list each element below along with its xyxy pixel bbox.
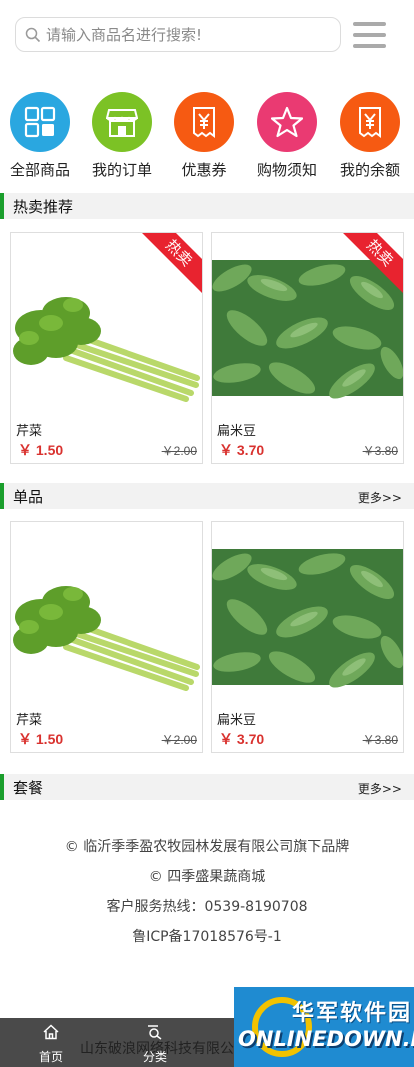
product-name: 芹菜 <box>16 713 43 728</box>
category-label: 全部商品 <box>9 161 70 179</box>
category-my-balance[interactable]: 我的余额 <box>335 92 405 182</box>
category-search-icon <box>148 1025 162 1040</box>
search-input[interactable] <box>46 22 331 48</box>
footer-hotline: 客户服务热线：0539-8190708 <box>106 899 308 915</box>
category-nav: 全部商品 我的订单 优惠券 购物须知 我的余额 <box>0 92 414 184</box>
product-name: 扁米豆 <box>217 424 257 439</box>
category-coupons[interactable]: 优惠券 <box>169 92 239 182</box>
beans-image <box>212 522 403 703</box>
site-footer: © 临沂季季盈农牧园林发展有限公司旗下品牌 © 四季盛果蔬商城 客户服务热线：0… <box>0 832 414 952</box>
product-name: 芹菜 <box>16 424 43 439</box>
product-old-price: ￥3.80 <box>362 733 398 747</box>
product-price: ￥ 1.50 <box>18 731 64 747</box>
product-card-celery[interactable]: 热卖 芹菜 ￥ 1.50 ￥2.00 <box>10 232 203 464</box>
yen-receipt-icon <box>340 92 400 152</box>
watermark-en: ONLINEDOWN.NET <box>238 1027 414 1051</box>
top-bar <box>0 0 414 78</box>
product-card-beans[interactable]: 热卖 扁米豆 ￥ 3.70 ￥3.80 <box>211 232 404 464</box>
section-title: 热卖推荐 <box>13 198 74 216</box>
section-combo-header: 套餐 更多>> <box>0 774 414 800</box>
search-box[interactable] <box>15 17 341 52</box>
tab-home[interactable]: 首页 <box>21 1018 81 1067</box>
more-link[interactable]: 更多>> <box>358 780 402 797</box>
category-my-orders[interactable]: 我的订单 <box>87 92 157 182</box>
tab-label: 分类 <box>142 1050 167 1064</box>
product-name: 扁米豆 <box>217 713 257 728</box>
section-single-header: 单品 更多>> <box>0 483 414 509</box>
yen-receipt-icon <box>174 92 234 152</box>
section-title: 单品 <box>13 488 44 506</box>
product-price: ￥ 3.70 <box>219 442 265 458</box>
section-title: 套餐 <box>13 779 44 797</box>
celery-image <box>11 522 202 703</box>
search-icon <box>25 27 41 43</box>
home-icon <box>43 1024 59 1040</box>
product-price: ￥ 1.50 <box>18 442 64 458</box>
category-label: 我的余额 <box>339 161 400 179</box>
product-old-price: ￥2.00 <box>161 444 197 458</box>
footer-icp: 鲁ICP备17018576号-1 <box>132 929 282 945</box>
category-all-products[interactable]: 全部商品 <box>5 92 75 182</box>
section-hot-header: 热卖推荐 <box>0 193 414 219</box>
footer-shop-name: © 四季盛果蔬商城 <box>148 869 266 885</box>
watermark-cn: 华军软件园 <box>292 1001 413 1026</box>
more-link[interactable]: 更多>> <box>358 489 402 506</box>
product-card-celery[interactable]: 芹菜 ￥ 1.50 ￥2.00 <box>10 521 203 753</box>
product-card-beans[interactable]: 扁米豆 ￥ 3.70 ￥3.80 <box>211 521 404 753</box>
store-icon <box>92 92 152 152</box>
menu-icon[interactable] <box>353 22 386 48</box>
category-label: 优惠券 <box>181 161 227 179</box>
tab-label: 首页 <box>38 1050 63 1064</box>
star-icon <box>257 92 317 152</box>
category-label: 购物须知 <box>256 161 317 179</box>
product-old-price: ￥2.00 <box>161 733 197 747</box>
footer-brand: © 临沂季季盈农牧园林发展有限公司旗下品牌 <box>64 839 350 855</box>
product-price: ￥ 3.70 <box>219 731 265 747</box>
product-old-price: ￥3.80 <box>362 444 398 458</box>
category-shopping-notice[interactable]: 购物须知 <box>252 92 322 182</box>
category-label: 我的订单 <box>91 161 152 179</box>
onlinedown-watermark-logo: 华军软件园 ONLINEDOWN.NET <box>234 987 414 1067</box>
tab-category[interactable]: 分类 <box>125 1018 185 1067</box>
grid-icon <box>10 92 70 152</box>
